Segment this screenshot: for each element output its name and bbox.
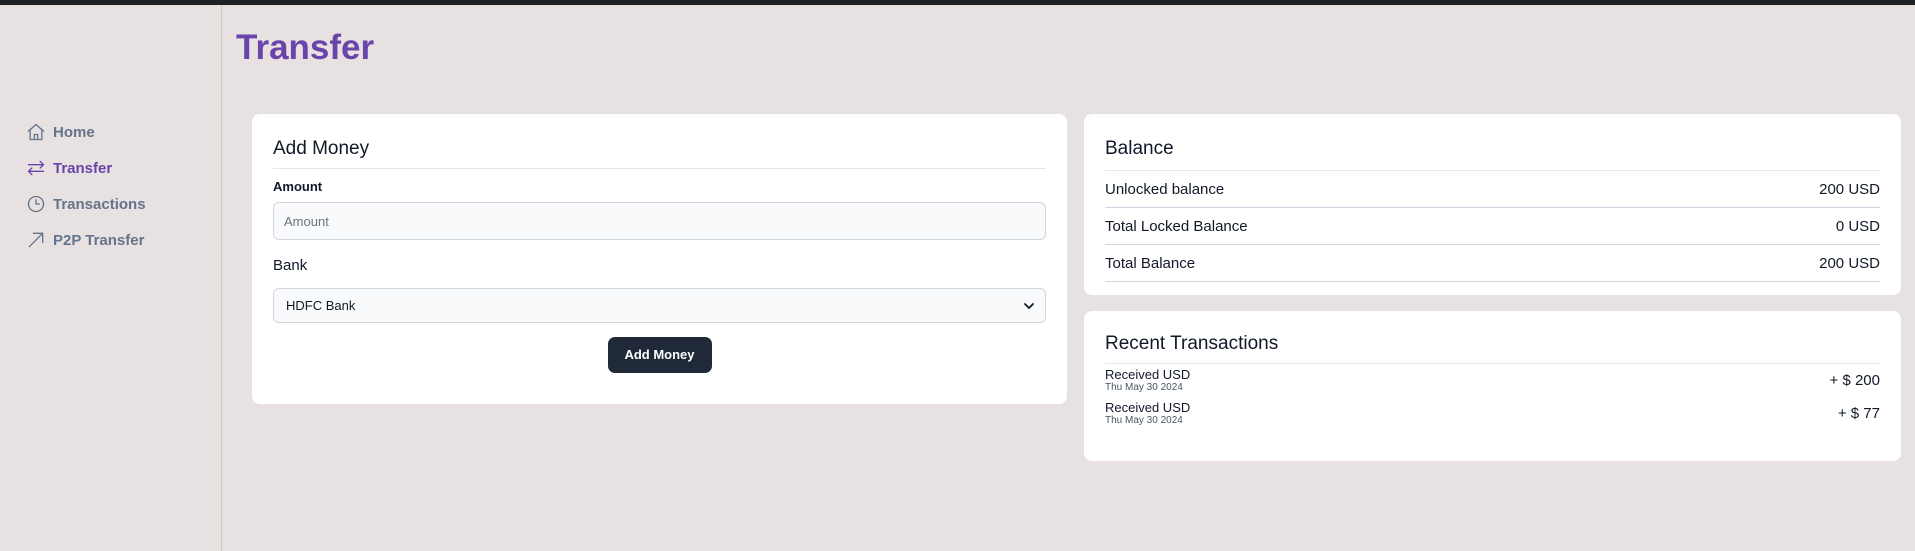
- sidebar-item-transactions[interactable]: Transactions: [26, 186, 146, 222]
- transaction-title: Received USD: [1105, 367, 1191, 382]
- balance-row-value: 200 USD: [1819, 254, 1880, 272]
- bank-select[interactable]: HDFC Bank: [273, 288, 1046, 323]
- top-bar: [0, 0, 1915, 5]
- balance-row: Unlocked balance 200 USD: [1105, 171, 1880, 208]
- transaction-row: Received USD Thu May 30 2024 + $ 77: [1105, 397, 1880, 430]
- arrow-up-right-icon: [28, 232, 44, 248]
- transaction-title: Received USD: [1105, 400, 1191, 415]
- sidebar-item-label: Transfer: [53, 159, 113, 177]
- balance-row-label: Unlocked balance: [1105, 180, 1225, 198]
- transaction-amount: + $ 77: [1837, 405, 1880, 422]
- sidebar-item-home[interactable]: Home: [26, 114, 146, 150]
- add-money-card: Add Money Amount Bank HDFC Bank Add Mone…: [252, 114, 1067, 404]
- recent-transactions-title: Recent Transactions: [1105, 311, 1880, 364]
- sidebar-item-p2p-transfer[interactable]: P2P Transfer: [26, 222, 146, 258]
- button-row: Add Money: [273, 337, 1046, 373]
- add-money-button[interactable]: Add Money: [607, 337, 712, 373]
- add-money-title: Add Money: [273, 114, 1046, 169]
- sidebar-nav: Home Transfer Transactions P2P Transfer: [26, 114, 146, 258]
- balance-row: Total Balance 200 USD: [1105, 245, 1880, 282]
- transaction-date: Thu May 30 2024: [1105, 382, 1183, 393]
- balance-row-value: 0 USD: [1835, 217, 1880, 235]
- chevron-down-icon: [1024, 302, 1034, 309]
- sidebar-item-label: P2P Transfer: [53, 231, 145, 249]
- recent-transactions-card: Recent Transactions Received USD Thu May…: [1084, 311, 1901, 461]
- sidebar-item-label: Transactions: [53, 195, 146, 213]
- bank-selected-value: HDFC Bank: [286, 298, 356, 313]
- clock-icon: [27, 195, 45, 213]
- home-icon: [27, 123, 45, 141]
- balance-row-label: Total Locked Balance: [1105, 217, 1248, 235]
- bank-label: Bank: [273, 257, 308, 274]
- sidebar: Home Transfer Transactions P2P Transfer: [0, 5, 222, 551]
- transaction-amount: + $ 200: [1829, 372, 1880, 389]
- sidebar-item-transfer[interactable]: Transfer: [26, 150, 146, 186]
- balance-row: Total Locked Balance 0 USD: [1105, 208, 1880, 245]
- amount-label: Amount: [273, 179, 323, 194]
- amount-input[interactable]: [273, 202, 1046, 240]
- balance-row-label: Total Balance: [1105, 254, 1196, 272]
- transaction-row: Received USD Thu May 30 2024 + $ 200: [1105, 364, 1880, 397]
- transfer-arrows-icon: [27, 160, 45, 176]
- sidebar-item-label: Home: [53, 123, 95, 141]
- transaction-info: Received USD Thu May 30 2024: [1105, 400, 1190, 427]
- transaction-info: Received USD Thu May 30 2024: [1105, 367, 1190, 394]
- transaction-date: Thu May 30 2024: [1105, 415, 1183, 426]
- page-title: Transfer: [236, 28, 375, 67]
- balance-title: Balance: [1105, 114, 1880, 171]
- balance-card: Balance Unlocked balance 200 USD Total L…: [1084, 114, 1901, 295]
- balance-row-value: 200 USD: [1819, 180, 1880, 198]
